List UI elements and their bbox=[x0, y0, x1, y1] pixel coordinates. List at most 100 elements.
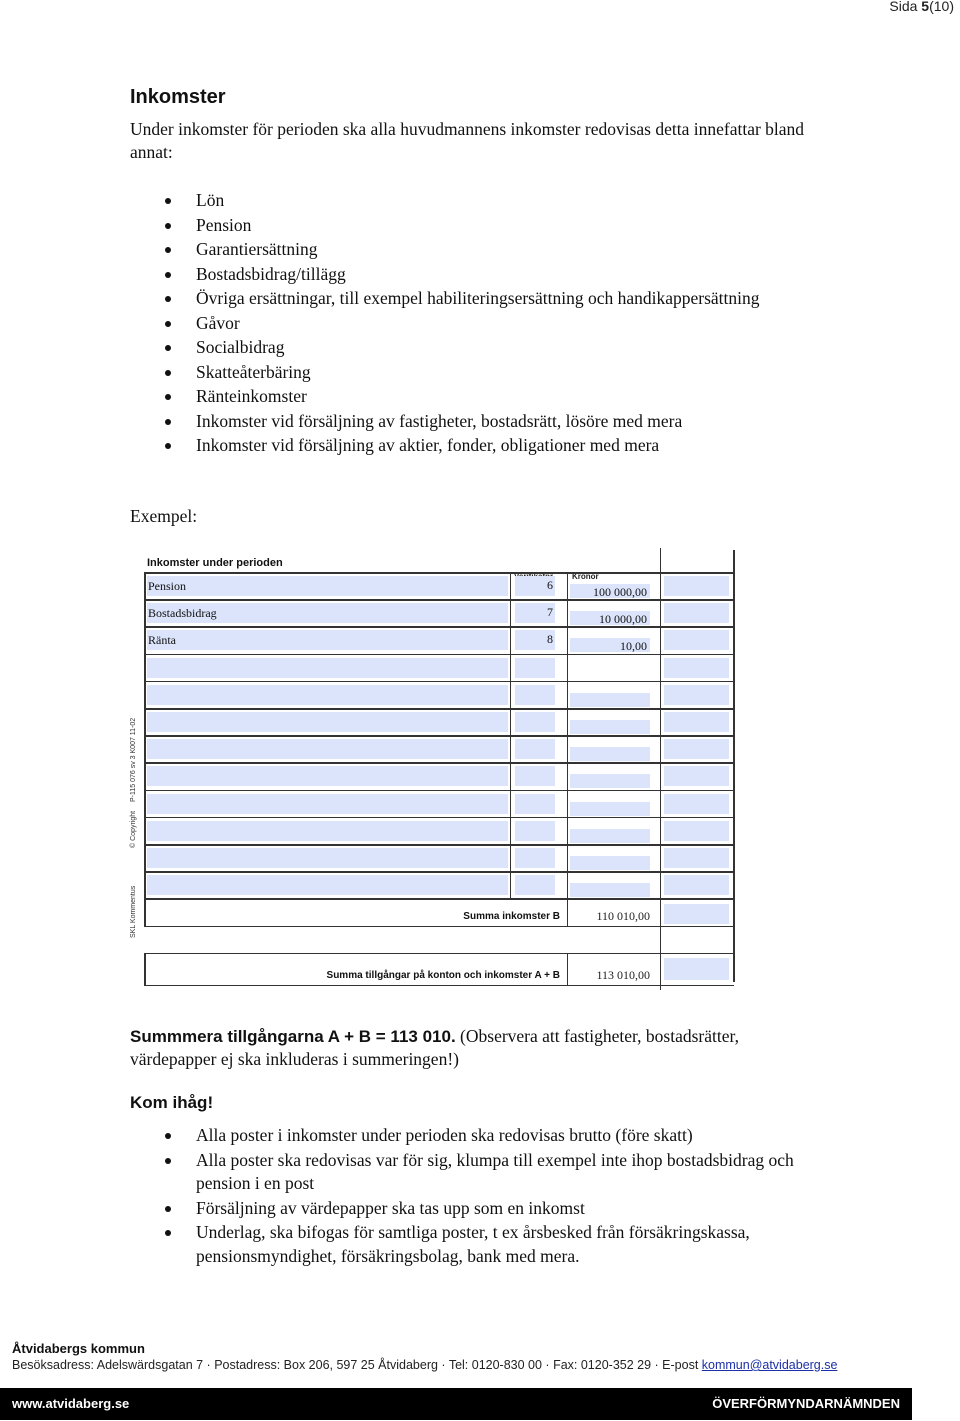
remember-item-text: Försäljning av värdepapper ska tas upp s… bbox=[196, 1197, 585, 1218]
label-field[interactable] bbox=[147, 657, 508, 678]
kronor-field[interactable]: 100 000,00 bbox=[570, 584, 650, 599]
form-row: Pension 6 100 000,00 bbox=[144, 574, 734, 601]
verifikation-field[interactable]: 7 bbox=[515, 603, 555, 624]
summa-b-extra-field[interactable] bbox=[664, 904, 729, 925]
verifikation-field[interactable] bbox=[515, 820, 555, 841]
summa-b-label: Summa inkomster B bbox=[463, 911, 560, 923]
page-indicator: Sida 5(10) bbox=[889, 0, 954, 14]
footer-department: ÖVERFÖRMYNDARNÄMNDEN bbox=[712, 1396, 900, 1411]
extra-field[interactable] bbox=[664, 657, 729, 678]
footer-website-link[interactable]: www.atvidaberg.se bbox=[12, 1396, 129, 1411]
kronor-field[interactable] bbox=[570, 828, 650, 843]
extra-field[interactable] bbox=[664, 739, 729, 760]
label-field[interactable] bbox=[147, 739, 508, 760]
extra-field[interactable] bbox=[664, 875, 729, 896]
footer-email-link[interactable]: kommun@atvidaberg.se bbox=[702, 1358, 838, 1372]
bullet-icon bbox=[165, 1133, 171, 1139]
footer-organization: Åtvidabergs kommun bbox=[12, 1341, 145, 1356]
label-field[interactable] bbox=[147, 820, 508, 841]
page-prefix: Sida bbox=[889, 0, 922, 14]
verifikation-field[interactable] bbox=[515, 875, 555, 896]
summa-ab-value: 113 010,00 bbox=[596, 967, 650, 982]
label-field[interactable] bbox=[147, 684, 508, 705]
remember-item-text: Underlag, ska bifogas för samtliga poste… bbox=[196, 1222, 750, 1266]
verifikation-field[interactable] bbox=[515, 766, 555, 787]
label-field[interactable] bbox=[147, 848, 508, 868]
label-field[interactable] bbox=[147, 875, 508, 896]
row-divider bbox=[144, 925, 734, 928]
kronor-field[interactable] bbox=[570, 720, 650, 734]
kronor-field[interactable] bbox=[570, 666, 650, 680]
summa-b-value: 110 010,00 bbox=[596, 909, 650, 924]
extra-field[interactable] bbox=[664, 820, 729, 841]
label-field[interactable]: Ränta bbox=[147, 630, 508, 651]
bullet-icon bbox=[165, 1230, 171, 1236]
label-field[interactable] bbox=[147, 793, 508, 814]
bullet-icon bbox=[165, 296, 171, 302]
extra-field[interactable] bbox=[664, 684, 729, 705]
kronor-field[interactable] bbox=[570, 801, 650, 816]
summa-ab-extra-field[interactable] bbox=[664, 957, 729, 980]
kronor-field[interactable] bbox=[570, 883, 650, 898]
summary-paragraph: Summmera tillgångarna A + B = 113 010. (… bbox=[130, 1025, 820, 1070]
extra-field[interactable] bbox=[664, 603, 729, 624]
kronor-field[interactable]: 10 000,00 bbox=[570, 611, 650, 626]
verifikation-field[interactable]: 6 bbox=[515, 576, 555, 596]
label-field[interactable]: Pension bbox=[147, 576, 508, 596]
bullet-icon bbox=[165, 320, 171, 327]
kronor-field[interactable] bbox=[570, 747, 650, 762]
income-type-item: Bostadsbidrag/tillägg bbox=[130, 263, 810, 287]
extra-field[interactable] bbox=[664, 848, 729, 868]
bullet-icon bbox=[165, 198, 171, 204]
verifikation-field[interactable] bbox=[515, 848, 555, 868]
label-field[interactable]: Bostadsbidrag bbox=[147, 603, 508, 624]
remember-item: Alla poster i inkomster under perioden s… bbox=[130, 1124, 810, 1148]
footer-address: Besöksadress: Adelswärdsgatan 7 · Postad… bbox=[12, 1358, 837, 1372]
income-form-example: Inkomster under perioden Verifikatnr Kro… bbox=[130, 548, 740, 990]
kronor-field[interactable] bbox=[570, 856, 650, 870]
income-type-item: Skatteåterbäring bbox=[130, 361, 810, 385]
income-type-item: Ränteinkomster bbox=[130, 385, 810, 409]
income-type-item-text: Lön bbox=[196, 190, 225, 210]
page-current: 5 bbox=[921, 0, 930, 14]
income-type-item-text: Socialbidrag bbox=[196, 337, 285, 357]
income-type-item-text: Gåvor bbox=[196, 312, 240, 333]
remember-item-text: Alla poster ska redovisas var för sig, k… bbox=[196, 1149, 794, 1194]
bullet-icon bbox=[165, 1205, 171, 1212]
example-label: Exempel: bbox=[130, 506, 198, 526]
kronor-field[interactable] bbox=[570, 774, 650, 789]
income-type-item: Socialbidrag bbox=[130, 336, 810, 360]
extra-field[interactable] bbox=[664, 766, 729, 787]
bullet-icon bbox=[165, 1157, 171, 1164]
verifikation-field[interactable] bbox=[515, 684, 555, 705]
remember-heading: Kom ihåg! bbox=[130, 1093, 214, 1112]
page-total: (10) bbox=[929, 0, 954, 14]
box-border-bottom bbox=[144, 984, 734, 987]
side-text-form-id: P-115 076 sv 3 K007 11-02 bbox=[130, 717, 137, 802]
verifikation-field[interactable] bbox=[515, 793, 555, 814]
income-type-item: Lön bbox=[130, 189, 810, 213]
verifikation-field[interactable] bbox=[515, 739, 555, 760]
kronor-field[interactable] bbox=[570, 692, 650, 707]
remember-item: Alla poster ska redovisas var för sig, k… bbox=[130, 1149, 810, 1196]
extra-field[interactable] bbox=[664, 630, 729, 651]
footer-address-text: Besöksadress: Adelswärdsgatan 7 · Postad… bbox=[12, 1358, 702, 1372]
kronor-field[interactable]: 10,00 bbox=[570, 638, 650, 653]
verifikation-field[interactable]: 8 bbox=[515, 630, 555, 651]
form-row: Ränta 8 10,00 bbox=[144, 628, 734, 655]
box-border-left bbox=[144, 952, 146, 985]
extra-field[interactable] bbox=[664, 712, 729, 732]
bullet-icon bbox=[165, 271, 171, 278]
extra-field[interactable] bbox=[664, 793, 729, 814]
extra-field[interactable] bbox=[664, 576, 729, 596]
remember-item: Försäljning av värdepapper ska tas upp s… bbox=[130, 1197, 810, 1221]
verifikation-field[interactable] bbox=[515, 657, 555, 678]
side-text-publisher: SKL Kommentus bbox=[130, 885, 137, 938]
verifikation-field[interactable] bbox=[515, 712, 555, 732]
income-type-item: Gåvor bbox=[130, 312, 810, 336]
income-type-item-text: Skatteåterbäring bbox=[196, 361, 311, 382]
income-type-item-text: Garantiersättning bbox=[196, 239, 318, 259]
label-field[interactable] bbox=[147, 712, 508, 732]
form-row bbox=[144, 656, 734, 683]
label-field[interactable] bbox=[147, 766, 508, 787]
